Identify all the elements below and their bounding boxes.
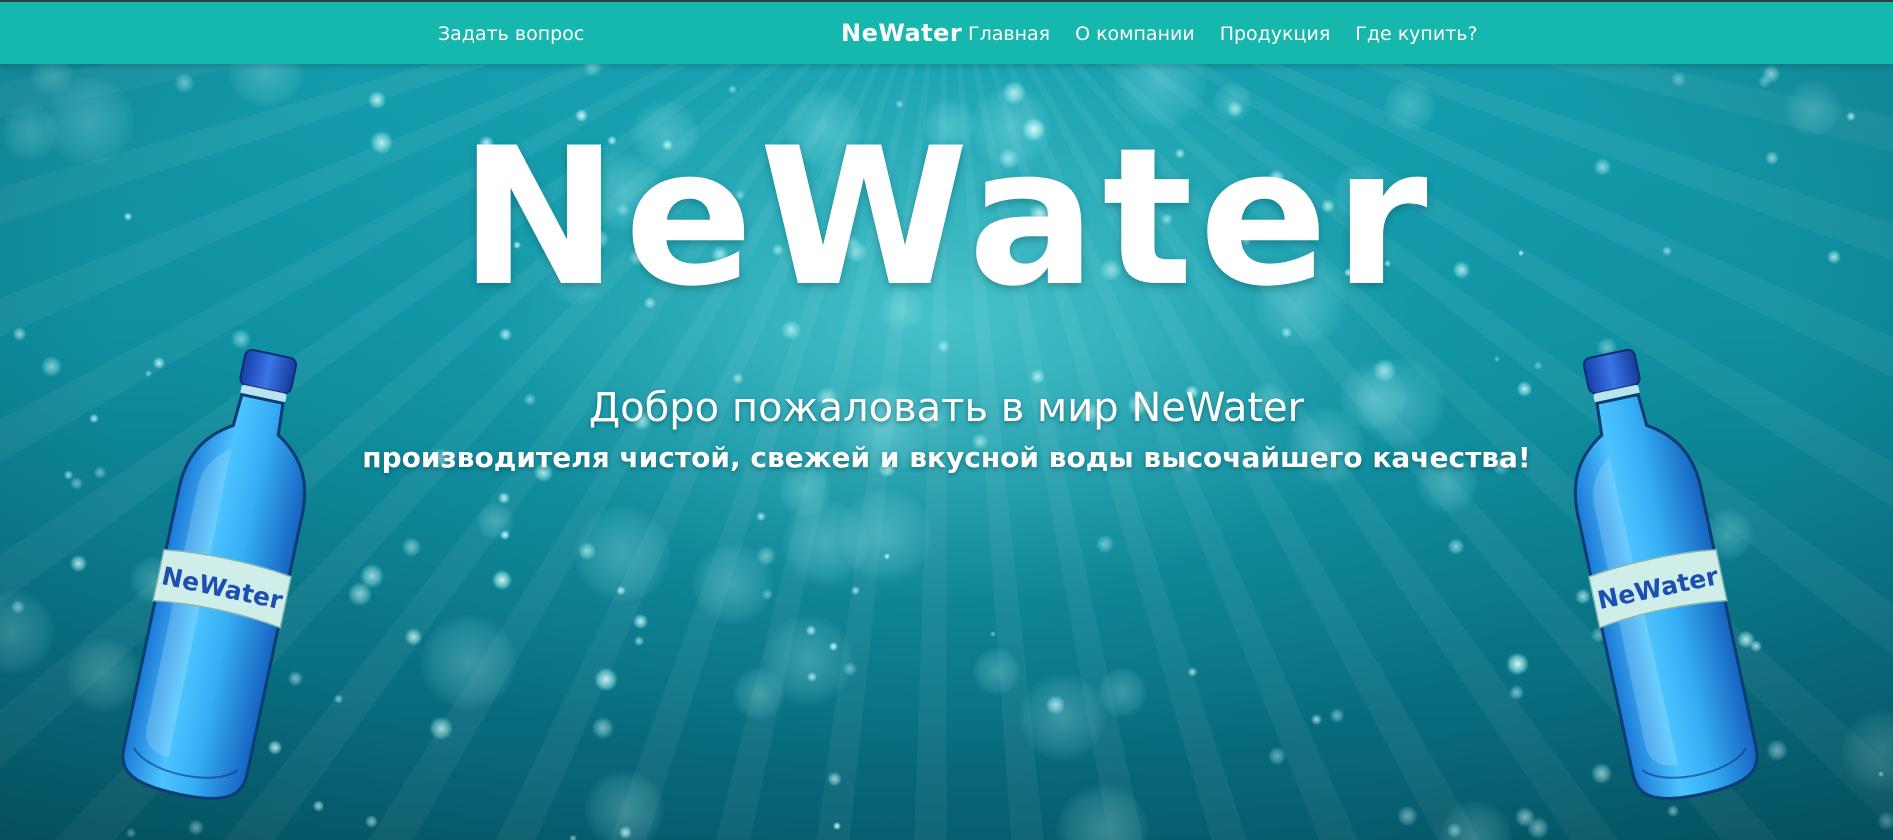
bokeh-bubble [733, 667, 786, 720]
bubble [832, 822, 841, 830]
bubble [762, 588, 774, 600]
bubble [12, 327, 26, 341]
bubble [732, 372, 744, 385]
bubble [312, 800, 325, 812]
bubble [333, 694, 343, 704]
bubble [619, 826, 633, 840]
nav-link-about[interactable]: О компании [1075, 22, 1195, 46]
landing-page: Задать вопрос NeWater Главная О компании… [0, 0, 1893, 840]
bubble [1329, 707, 1345, 723]
bubble [499, 327, 512, 341]
bubble [174, 72, 195, 94]
main-menu: Главная О компании Продукция Где купить? [968, 22, 1478, 46]
bubble [498, 491, 511, 504]
bubble [1761, 64, 1781, 84]
bubble [634, 636, 644, 647]
nav-link-where-to-buy[interactable]: Где купить? [1355, 22, 1477, 46]
bokeh-bubble [476, 502, 515, 541]
brand-logo-link[interactable]: NeWater [841, 18, 962, 48]
bubble [1671, 72, 1686, 87]
bubble [755, 511, 766, 522]
bubble [806, 671, 818, 683]
bubble [267, 739, 283, 755]
bubble [1877, 770, 1884, 778]
bokeh-bubble [585, 770, 665, 840]
bubble [1515, 807, 1536, 828]
bokeh-bubble [1097, 667, 1147, 717]
bubble [1506, 652, 1529, 676]
bokeh-bubble [1019, 673, 1107, 761]
ask-question-link[interactable]: Задать вопрос [438, 22, 584, 46]
bokeh-bubble [574, 506, 671, 602]
bokeh-bubble [973, 648, 1021, 696]
bubble [499, 529, 510, 540]
bubble [937, 339, 951, 353]
bubble [1311, 714, 1323, 726]
bubble [1509, 685, 1524, 701]
bubble [728, 85, 738, 94]
bubble [347, 581, 372, 606]
bubble [843, 662, 857, 676]
bubble [1877, 811, 1893, 831]
bokeh-bubble [763, 615, 854, 705]
bubble [591, 716, 615, 740]
bubble [70, 477, 83, 490]
bubble [1030, 368, 1045, 384]
bubble [10, 599, 26, 614]
bubble [1397, 805, 1418, 826]
bubble [1446, 822, 1463, 838]
bubble [429, 716, 453, 741]
bubble [402, 537, 422, 557]
bubble [144, 370, 153, 378]
bubble [851, 585, 861, 595]
bubble [70, 554, 88, 572]
bubble [827, 771, 842, 786]
bokeh-bubble [1056, 785, 1149, 840]
bubble [1268, 747, 1286, 765]
bubble [1758, 75, 1772, 89]
bubble [990, 630, 997, 637]
top-navbar: Задать вопрос NeWater Главная О компании… [0, 0, 1893, 64]
bubble [492, 569, 513, 590]
bubble [883, 553, 891, 560]
bokeh-bubble [782, 499, 870, 587]
bubble [404, 628, 423, 646]
nav-link-products[interactable]: Продукция [1220, 22, 1331, 46]
bubble [287, 671, 304, 687]
bubble [1373, 358, 1397, 383]
bubble [1002, 81, 1026, 105]
bubble [632, 614, 648, 630]
bubble [1494, 356, 1501, 363]
bubble [577, 541, 597, 560]
bubble [594, 667, 618, 692]
bokeh-bubble [421, 614, 516, 710]
bubble [1187, 666, 1198, 677]
bubble [829, 642, 838, 651]
bubble [805, 625, 817, 636]
bubble [126, 827, 136, 838]
bubble [1749, 640, 1762, 652]
bubble [1526, 817, 1549, 839]
bubble [40, 355, 62, 377]
bubble [569, 834, 578, 840]
bokeh-bubble [692, 543, 773, 624]
bubble [1095, 535, 1114, 554]
bubble [365, 814, 378, 828]
hero-logo-text: NeWater [459, 107, 1434, 328]
bubble [367, 90, 386, 109]
bubble [1045, 695, 1065, 715]
bubble [188, 819, 204, 835]
bubble [152, 357, 165, 370]
bubble [1281, 326, 1292, 338]
nav-link-home[interactable]: Главная [968, 22, 1050, 46]
bokeh-bubble [0, 590, 55, 674]
bubble [616, 585, 627, 596]
bubble [756, 546, 777, 567]
bubble [359, 564, 384, 589]
bubble [1448, 538, 1465, 555]
bokeh-bubble [1439, 801, 1513, 840]
bubble [1591, 762, 1613, 784]
bokeh-bubble [1841, 709, 1893, 793]
bokeh-bubble [838, 489, 932, 583]
